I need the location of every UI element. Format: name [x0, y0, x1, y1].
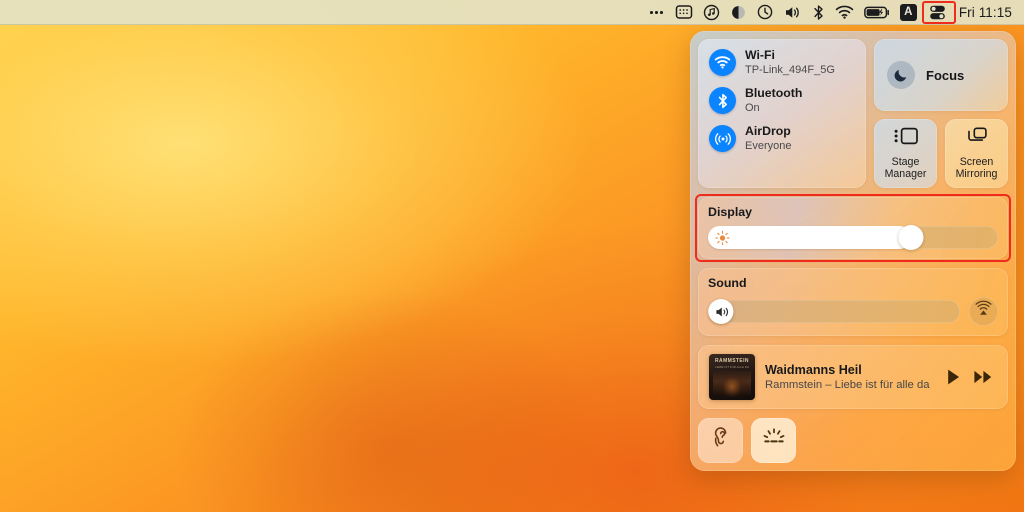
stage-manager-tile[interactable]: Stage Manager [874, 119, 937, 189]
display-slider-row [708, 225, 998, 251]
sound-slider-row [708, 297, 998, 327]
control-center-right-column: Focus Stage Manager Screen Mirroring [874, 39, 1008, 189]
wifi-title: Wi-Fi [745, 48, 775, 62]
clock-icon[interactable] [752, 0, 778, 25]
album-art-subtitle: LIEBE IST FÜR ALLE DA [715, 365, 749, 370]
display-tile: Display [695, 194, 1011, 263]
ear-icon [710, 426, 732, 455]
connectivity-tile: Wi-Fi TP-Link_494F_5G Bluetooth On AirDr… [698, 39, 866, 189]
bluetooth-icon[interactable] [807, 0, 830, 25]
input-source-badge: A [899, 3, 917, 21]
display-brightness-slider[interactable] [708, 225, 998, 251]
focus-tile[interactable]: Focus [874, 39, 1008, 111]
moon-icon [887, 61, 915, 89]
control-center-bottom-row [698, 418, 1008, 464]
bluetooth-texts: Bluetooth On [745, 86, 803, 114]
wifi-icon[interactable] [830, 0, 859, 25]
volume-icon[interactable] [778, 0, 807, 25]
display-label: Display [708, 205, 753, 220]
now-playing-tile: RAMMSTEIN LIEBE IST FÜR ALLE DA Waidmann… [698, 345, 1008, 410]
wifi-row[interactable]: Wi-Fi TP-Link_494F_5G [709, 48, 855, 77]
menu-bar: A Fri 11:15 [0, 0, 1024, 25]
bluetooth-title: Bluetooth [745, 86, 803, 101]
wifi-texts: Wi-Fi TP-Link_494F_5G [745, 48, 835, 76]
focus-label: Focus [926, 67, 965, 83]
wifi-network-name: TP-Link_494F_5G [745, 63, 835, 76]
wifi-icon [709, 49, 736, 77]
sound-tile: Sound [698, 268, 1008, 337]
speaker-icon [715, 305, 732, 319]
keyboard-brightness-icon [762, 427, 786, 454]
display-slider-fill [708, 226, 911, 250]
screen-mirroring-icon [965, 126, 989, 151]
airdrop-visibility: Everyone [745, 139, 792, 152]
screen-mirroring-label: Screen Mirroring [955, 156, 998, 181]
input-source-indicator[interactable]: A [895, 0, 922, 25]
battery-icon[interactable] [859, 0, 895, 25]
menu-bar-clock[interactable]: Fri 11:15 [953, 5, 1016, 20]
airdrop-icon [709, 125, 736, 153]
screen-mirroring-tile[interactable]: Screen Mirroring [945, 119, 1008, 189]
display-slider-knob[interactable] [898, 225, 924, 251]
track-title: Waidmanns Heil [765, 363, 862, 378]
bluetooth-status: On [745, 101, 760, 114]
ellipsis-icon[interactable] [643, 0, 670, 25]
stage-manager-label: Stage Manager [884, 156, 927, 181]
track-info: Waidmanns Heil Rammstein – Liebe ist für… [765, 363, 935, 391]
hearing-button[interactable] [698, 418, 743, 464]
control-center-mini-row: Stage Manager Screen Mirroring [874, 119, 1008, 189]
album-art[interactable]: RAMMSTEIN LIEBE IST FÜR ALLE DA [709, 354, 755, 401]
bluetooth-icon [709, 87, 736, 115]
fast-forward-icon[interactable] [973, 369, 993, 385]
brightness-icon [715, 230, 730, 245]
airdrop-title: AirDrop [745, 124, 791, 139]
calculator-icon[interactable] [670, 0, 698, 25]
keyboard-brightness-button[interactable] [751, 418, 796, 464]
control-center-icon[interactable] [921, 0, 956, 25]
sound-volume-slider[interactable] [708, 299, 960, 325]
airplay-icon [974, 300, 993, 324]
control-center-top-row: Wi-Fi TP-Link_494F_5G Bluetooth On AirDr… [698, 39, 1008, 189]
album-art-title: RAMMSTEIN [715, 358, 749, 365]
stage-manager-icon [893, 126, 919, 151]
airdrop-row[interactable]: AirDrop Everyone [709, 124, 855, 153]
album-art-artwork [713, 371, 751, 398]
bluetooth-row[interactable]: Bluetooth On [709, 86, 855, 115]
control-center-panel: Wi-Fi TP-Link_494F_5G Bluetooth On AirDr… [690, 31, 1016, 472]
music-note-icon[interactable] [698, 0, 725, 25]
sound-output-button[interactable] [969, 297, 998, 327]
sound-label: Sound [708, 276, 747, 291]
play-icon[interactable] [945, 368, 961, 386]
airdrop-texts: AirDrop Everyone [745, 124, 792, 152]
dark-mode-icon[interactable] [725, 0, 752, 25]
media-controls [945, 368, 997, 386]
track-artist: Rammstein – Liebe ist für alle da [765, 379, 930, 392]
